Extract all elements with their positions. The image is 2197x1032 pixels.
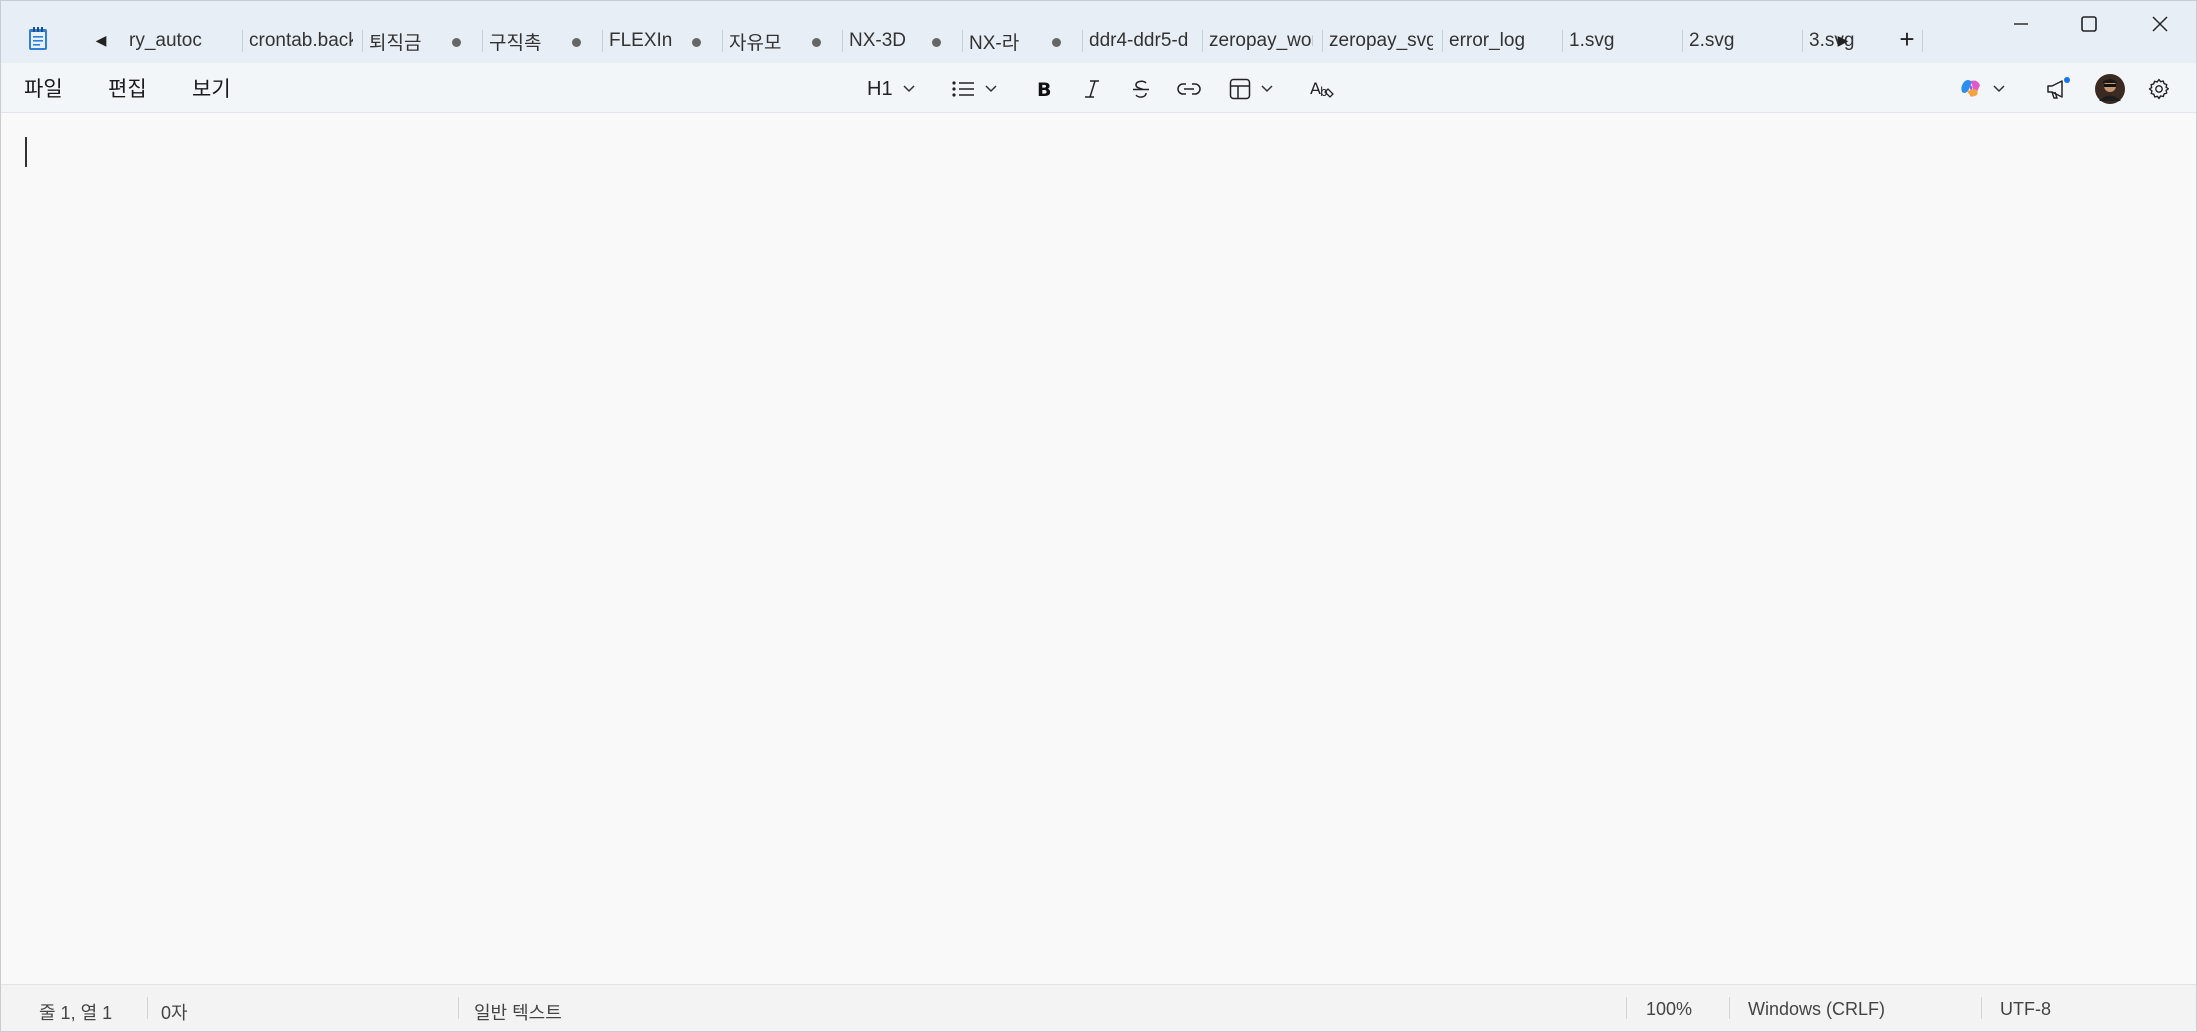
copilot-icon <box>1961 80 1980 97</box>
tab-2[interactable]: crontab.back <box>243 19 363 63</box>
tab-8[interactable]: NX-라 <box>963 19 1083 63</box>
chevron-down-icon <box>1993 85 2005 93</box>
encoding[interactable]: UTF-8 <box>2000 999 2051 1020</box>
maximize-icon <box>2081 16 2097 32</box>
text-cursor <box>25 137 27 167</box>
tab-label: NX-3D <box>849 30 907 51</box>
tab-scroll-right-button[interactable]: ▶ <box>1829 27 1857 53</box>
copilot-dropdown[interactable] <box>1959 73 2005 105</box>
tab-label: 구직촉 <box>489 32 542 54</box>
zoom-level[interactable]: 100% <box>1646 999 1692 1020</box>
avatar <box>2095 74 2125 104</box>
menu-toolbar: 파일 편집 보기 H1 B A b <box>1 63 2196 113</box>
clear-formatting-button[interactable]: A b <box>1309 73 1335 105</box>
table-dropdown[interactable] <box>1229 73 1273 105</box>
svg-text:b: b <box>1320 85 1328 99</box>
tab-4[interactable]: 구직촉 <box>483 19 603 63</box>
tab-label: NX-라 <box>969 32 1020 54</box>
notification-dot <box>2064 77 2070 83</box>
status-divider <box>147 997 148 1019</box>
link-icon <box>1177 83 1201 95</box>
menu-edit[interactable]: 편집 <box>108 73 147 103</box>
tab-label: 2.svg <box>1689 30 1735 51</box>
unsaved-dot-icon <box>812 38 821 47</box>
list-dropdown[interactable] <box>951 73 997 105</box>
unsaved-dot-icon <box>452 38 461 47</box>
line-ending[interactable]: Windows (CRLF) <box>1748 999 1885 1020</box>
bulleted-list-icon <box>952 81 974 97</box>
status-divider <box>1626 997 1627 1019</box>
close-button[interactable] <box>2126 1 2194 47</box>
menu-view[interactable]: 보기 <box>192 73 231 103</box>
tab-label: 1.svg <box>1569 30 1615 51</box>
svg-text:B: B <box>1037 79 1051 99</box>
tab-5[interactable]: FLEXIn <box>603 19 723 63</box>
heading-label: H1 <box>867 77 893 100</box>
tab-11[interactable]: zeropay_svg <box>1323 19 1443 63</box>
bold-icon: B <box>1037 79 1051 99</box>
table-icon <box>1229 78 1251 100</box>
unsaved-dot-icon <box>572 38 581 47</box>
tab-14[interactable]: 2.svg <box>1683 19 1803 63</box>
account-button[interactable] <box>2095 73 2125 105</box>
maximize-button[interactable] <box>2055 1 2123 47</box>
tab-7[interactable]: NX-3D <box>843 19 963 63</box>
minimize-icon <box>2014 23 2028 25</box>
close-icon <box>2152 16 2168 32</box>
italic-icon <box>1085 80 1099 98</box>
cursor-position[interactable]: 줄 1, 열 1 <box>39 999 112 1025</box>
tab-9[interactable]: ddr4-ddr5-d <box>1083 19 1203 63</box>
italic-button[interactable] <box>1083 73 1101 105</box>
clear-formatting-icon: A b <box>1310 79 1334 99</box>
notepad-window: ◀ ry_autoc crontab.back 퇴직금 구직촉 FLEXIn 자유모 NX-… <box>0 0 2197 1032</box>
caret-right-icon: ▶ <box>1837 31 1849 48</box>
bold-button[interactable]: B <box>1035 73 1053 105</box>
title-bar: ◀ ry_autoc crontab.back 퇴직금 구직촉 FLEXIn 자유모 NX-… <box>1 1 2196 63</box>
status-divider <box>1981 997 1982 1019</box>
chevron-down-icon <box>903 85 915 93</box>
unsaved-dot-icon <box>692 38 701 47</box>
settings-button[interactable] <box>2147 73 2171 105</box>
tab-6[interactable]: 자유모 <box>723 19 843 63</box>
text-editor[interactable] <box>1 113 2196 983</box>
whats-new-button[interactable] <box>2045 73 2071 105</box>
strikethrough-button[interactable] <box>1131 73 1151 105</box>
tab-10[interactable]: zeropay_wor <box>1203 19 1323 63</box>
tab-label: ry_autoc <box>129 30 202 51</box>
status-divider <box>1729 997 1730 1019</box>
tab-scroll-left-button[interactable]: ◀ <box>87 27 115 53</box>
tab-label: zeropay_wor <box>1209 30 1313 51</box>
text-format[interactable]: 일반 텍스트 <box>474 999 562 1025</box>
tab-13[interactable]: 1.svg <box>1563 19 1683 63</box>
new-tab-button[interactable]: + <box>1891 23 1923 55</box>
chevron-down-icon <box>1261 85 1273 93</box>
status-bar: 줄 1, 열 1 0자 일반 텍스트 100% Windows (CRLF) U… <box>1 984 2196 1031</box>
character-count[interactable]: 0자 <box>161 999 188 1025</box>
tab-label: FLEXIn <box>609 30 673 51</box>
unsaved-dot-icon <box>1052 38 1061 47</box>
heading-dropdown[interactable]: H1 <box>867 73 915 105</box>
tab-3[interactable]: 퇴직금 <box>363 19 483 63</box>
tab-label: crontab.back <box>249 30 353 51</box>
tab-label: ddr4-ddr5-d <box>1089 30 1189 51</box>
tab-12[interactable]: error_log <box>1443 19 1563 63</box>
tab-strip: ry_autoc crontab.back 퇴직금 구직촉 FLEXIn 자유모 NX-3D… <box>123 19 1923 63</box>
chevron-down-icon <box>985 85 997 93</box>
tab-label: 자유모 <box>729 32 782 54</box>
minimize-button[interactable] <box>1987 1 2055 47</box>
caret-left-icon: ◀ <box>95 31 107 48</box>
link-button[interactable] <box>1177 73 1201 105</box>
tab-label: error_log <box>1449 30 1526 51</box>
tab-label: zeropay_svg <box>1329 30 1433 51</box>
megaphone-icon <box>2047 77 2070 99</box>
status-divider <box>458 997 459 1019</box>
strikethrough-icon <box>1133 80 1149 98</box>
tab-label: 퇴직금 <box>369 32 422 54</box>
menu-file[interactable]: 파일 <box>24 73 63 103</box>
gear-icon <box>2148 78 2169 100</box>
notepad-app-icon <box>29 27 47 50</box>
tab-1[interactable]: ry_autoc <box>123 19 243 63</box>
plus-icon: + <box>1899 23 1915 54</box>
unsaved-dot-icon <box>932 38 941 47</box>
